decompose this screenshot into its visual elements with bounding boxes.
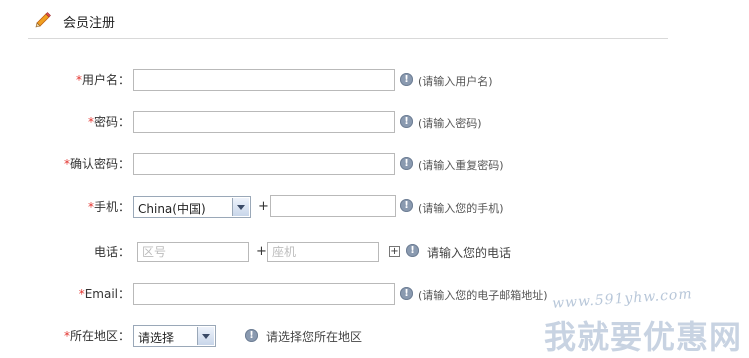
info-icon: ! [400, 73, 413, 86]
area-code-input[interactable] [137, 242, 249, 262]
mobile-hint: (请输入您的手机) [418, 202, 504, 215]
email-label: *Email： [78, 287, 130, 301]
password-input[interactable] [133, 111, 395, 133]
watermark-brand: 我就要优惠网 [544, 318, 743, 356]
email-hint: (请输入您的电子邮箱地址) [418, 289, 548, 302]
phone-hint: 请输入您的电话 [427, 246, 512, 260]
confirm-hint: (请输入重复密码) [418, 159, 504, 172]
phone-row: 电话： [0, 241, 130, 265]
chevron-down-icon[interactable] [197, 327, 214, 345]
add-phone-icon[interactable]: + [389, 246, 400, 257]
region-select[interactable]: 请选择 [133, 325, 216, 347]
watermark-url: www.591yhw.com [551, 286, 694, 312]
info-icon: ! [400, 115, 413, 128]
region-hint: 请选择您所在地区 [266, 330, 363, 344]
info-icon: ! [245, 329, 258, 342]
username-label: *用户名： [75, 73, 130, 87]
username-row: *用户名： [0, 69, 130, 93]
mobile-label: *手机： [87, 200, 130, 214]
info-icon: ! [400, 157, 413, 170]
page-title: 会员注册 [63, 16, 116, 31]
mobile-input[interactable] [270, 195, 396, 217]
plus-sign: + [258, 199, 269, 214]
confirm-row: *确认密码： [0, 153, 130, 177]
confirm-password-input[interactable] [133, 153, 395, 175]
country-select[interactable]: China(中国) [133, 196, 251, 218]
password-label: *密码： [87, 115, 130, 129]
landline-input[interactable] [267, 242, 379, 262]
pencil-icon [35, 12, 51, 28]
section-header: 会员注册 [28, 0, 668, 39]
plus-sign: + [256, 244, 267, 259]
password-hint: (请输入密码) [418, 117, 482, 130]
region-row: *所在地区： [0, 325, 130, 349]
password-row: *密码： [0, 111, 130, 135]
info-icon: ! [406, 244, 419, 257]
email-row: *Email： [0, 283, 130, 307]
phone-label: 电话： [93, 245, 130, 259]
info-icon: ! [400, 199, 413, 212]
region-select-value: 请选择 [138, 331, 175, 345]
username-input[interactable] [133, 69, 395, 91]
email-input[interactable] [133, 283, 395, 305]
confirm-label: *确认密码： [63, 157, 130, 171]
region-label: *所在地区： [63, 329, 130, 343]
mobile-row: *手机： [0, 196, 130, 220]
info-icon: ! [400, 287, 413, 300]
chevron-down-icon[interactable] [232, 198, 249, 216]
username-hint: (请输入用户名) [418, 75, 493, 88]
country-select-value: China(中国) [138, 202, 206, 216]
